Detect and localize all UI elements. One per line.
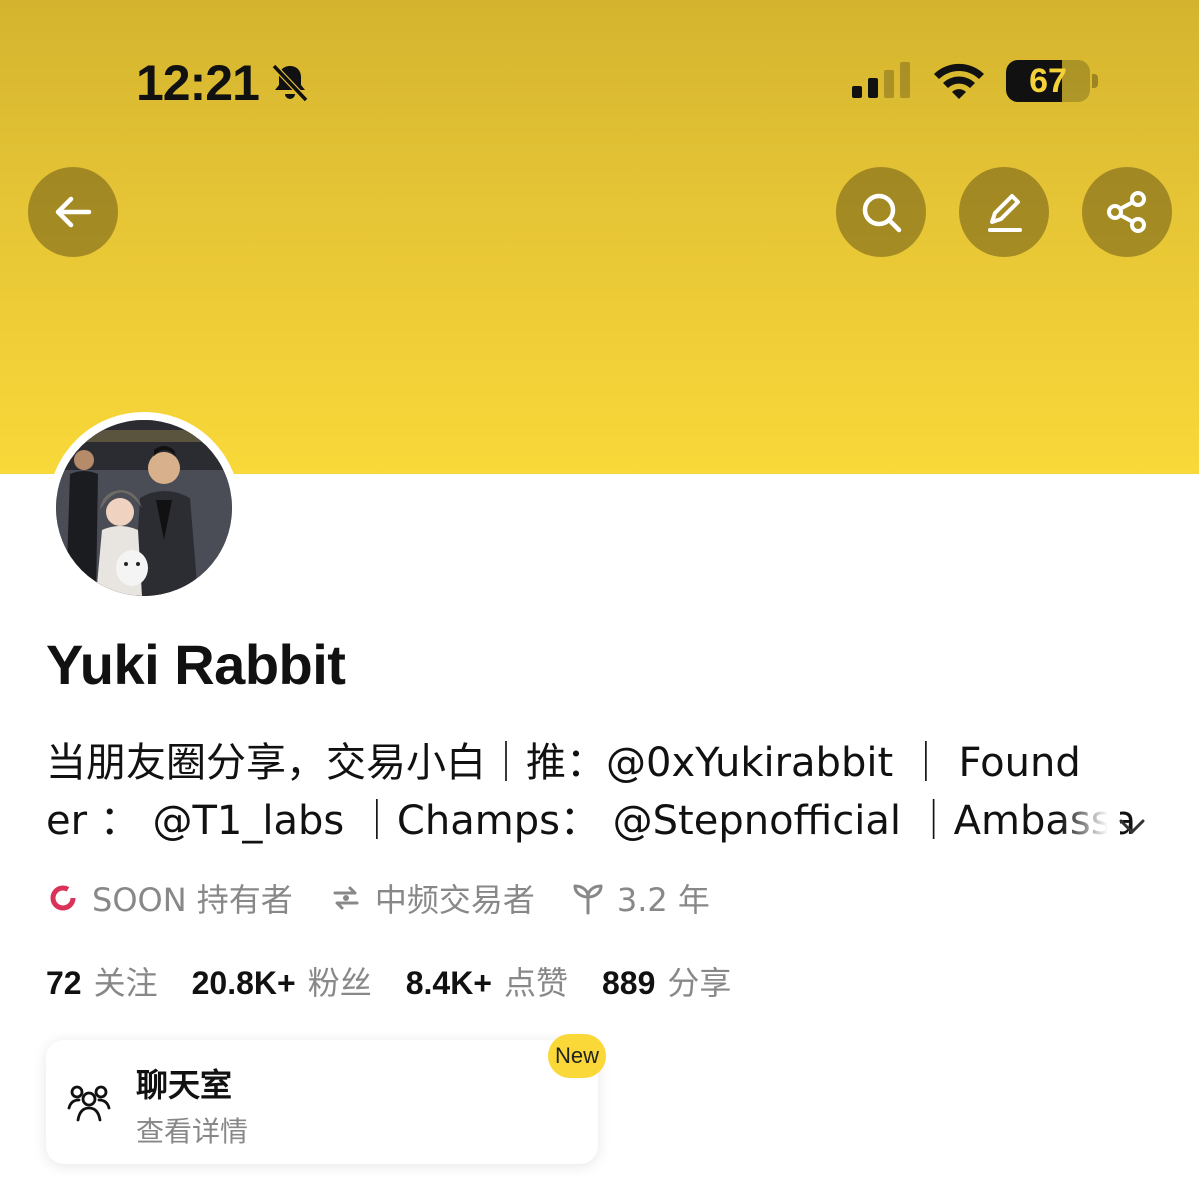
profile-page: 12:21 67 Yuki Rabbit 当朋友圈分享，交易小白｜推：@0xYu… [0, 0, 1199, 1200]
stat-label: 点赞 [503, 964, 568, 1002]
bio-line-2: er ： @T1_labs ｜Champs： @Stepnofficial ｜A… [46, 798, 1137, 844]
tag-account-age[interactable]: 3.2 年 [571, 875, 710, 921]
chat-room-title: 聊天室 [136, 1066, 233, 1104]
stat-following[interactable]: 72 关注 [46, 958, 158, 1004]
stat-label: 分享 [667, 964, 732, 1002]
battery-icon: 67 [1006, 60, 1098, 102]
stat-value: 889 [602, 965, 656, 1001]
search-icon [862, 193, 902, 233]
back-button[interactable] [28, 167, 118, 257]
wifi-icon [934, 63, 984, 99]
stat-value: 8.4K+ [405, 965, 492, 1001]
tag-label: 中频交易者 [374, 881, 535, 919]
battery-percent: 67 [1029, 62, 1067, 100]
stat-value: 72 [46, 965, 82, 1001]
arrow-left-icon [55, 196, 92, 228]
chevron-down-icon[interactable] [1114, 808, 1150, 844]
stat-label: 粉丝 [307, 964, 372, 1002]
status-time: 12:21 [136, 55, 260, 111]
search-button[interactable] [836, 167, 926, 257]
stat-likes[interactable]: 8.4K+ 点赞 [406, 958, 568, 1004]
new-badge: New [548, 1034, 606, 1078]
group-users-icon [67, 1085, 111, 1122]
chat-room-subtitle: 查看详情 [136, 1115, 249, 1148]
profile-stats: 72 关注 20.8K+ 粉丝 8.4K+ 点赞 889 分享 [46, 958, 765, 1004]
tag-label: SOON 持有者 [92, 881, 293, 919]
swap-exchange-icon [333, 886, 359, 910]
cellular-signal-icon [852, 62, 910, 98]
tag-trader-frequency[interactable]: 中频交易者 [329, 875, 535, 921]
chat-room-card[interactable]: 聊天室 查看详情 [46, 1040, 598, 1164]
avatar-photo [56, 420, 232, 596]
share-button[interactable] [1082, 167, 1172, 257]
stat-shares[interactable]: 889 分享 [602, 958, 731, 1004]
profile-name: Yuki Rabbit [46, 633, 346, 696]
avatar[interactable] [48, 412, 240, 604]
stat-followers[interactable]: 20.8K+ 粉丝 [192, 958, 372, 1004]
tag-label: 3.2 年 [616, 881, 710, 919]
share-icon [1107, 191, 1146, 233]
stat-label: 关注 [93, 964, 158, 1002]
bio-line-1: 当朋友圈分享，交易小白｜推：@0xYukirabbit ｜ Found [46, 740, 1081, 786]
soon-ring-icon [50, 885, 76, 911]
edit-button[interactable] [959, 167, 1049, 257]
edit-pencil-icon [988, 194, 1022, 232]
sprout-icon [573, 884, 603, 915]
bio-fade [1060, 792, 1120, 850]
profile-bio[interactable]: 当朋友圈分享，交易小白｜推：@0xYukirabbit ｜ Found er ：… [46, 734, 1146, 850]
bell-slash-icon [271, 63, 309, 103]
profile-tags: SOON 持有者 中频交易者 3.2 年 [46, 876, 746, 920]
tag-soon-holder[interactable]: SOON 持有者 [46, 875, 293, 921]
stat-value: 20.8K+ [191, 965, 296, 1001]
